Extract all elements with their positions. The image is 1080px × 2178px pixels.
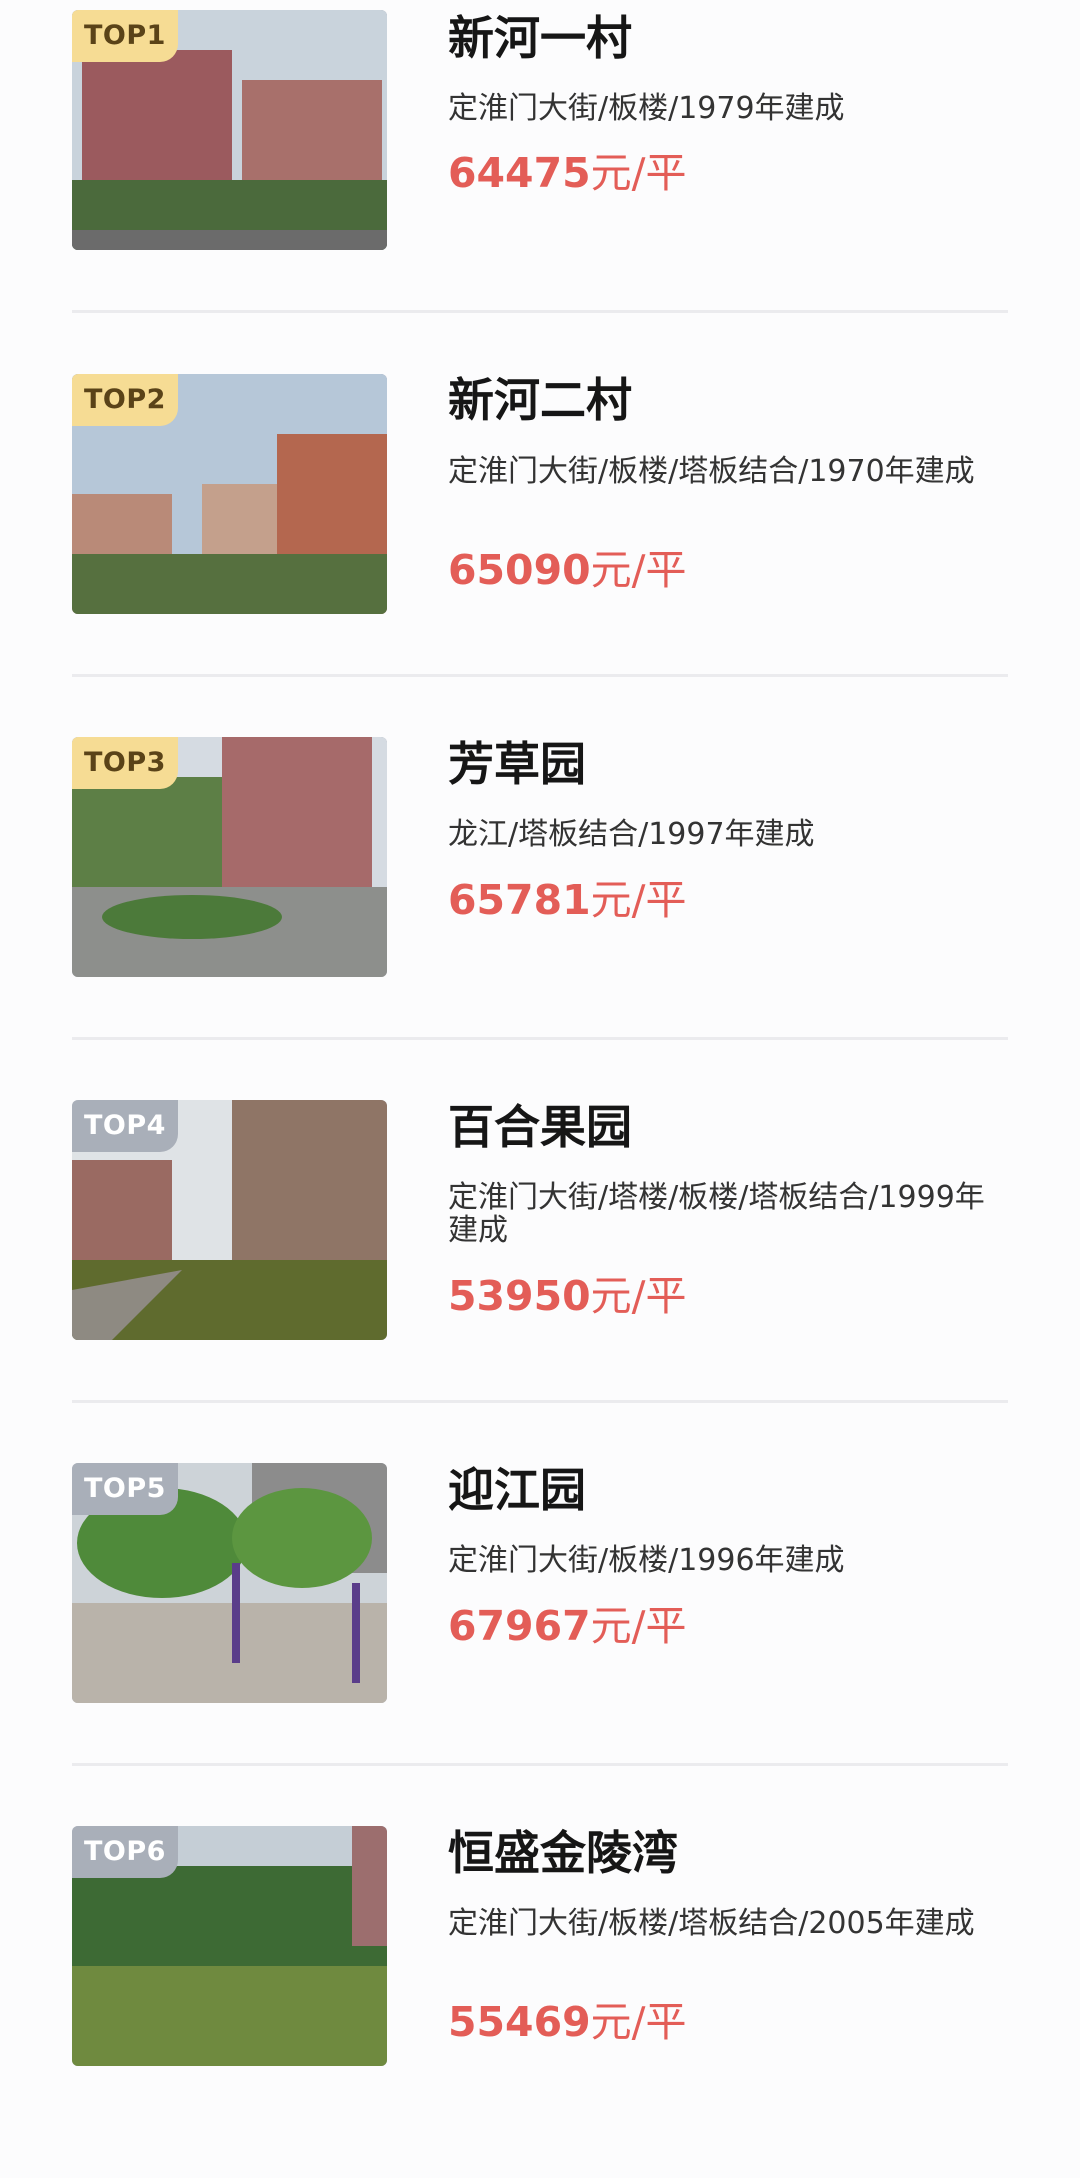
- community-photo[interactable]: TOP5: [72, 1463, 387, 1703]
- rank-badge: TOP1: [72, 10, 178, 62]
- price-value: 53950: [448, 1272, 591, 1320]
- list-item-top6[interactable]: TOP6 恒盛金陵湾 定淮门大街/板楼/塔板结合/2005年建成 55469元/…: [0, 1815, 1080, 2178]
- price-unit: 元/平: [590, 149, 687, 197]
- list-item-top4[interactable]: TOP4 百合果园 定淮门大街/塔楼/板楼/塔板结合/1999年建成 53950…: [0, 1089, 1080, 1452]
- community-photo[interactable]: TOP6: [72, 1826, 387, 2066]
- price-unit: 元/平: [590, 1272, 687, 1320]
- rank-badge: TOP2: [72, 374, 178, 426]
- price-unit: 元/平: [590, 546, 687, 594]
- unit-price: 65781元/平: [448, 875, 686, 925]
- list-item-top1[interactable]: TOP1 新河一村 定淮门大街/板楼/1979年建成 64475元/平: [0, 0, 1080, 363]
- price-value: 55469: [448, 1998, 591, 2046]
- rank-badge: TOP5: [72, 1463, 178, 1515]
- unit-price: 55469元/平: [448, 1997, 686, 2047]
- community-photo[interactable]: TOP3: [72, 737, 387, 977]
- price-value: 65781: [448, 876, 591, 924]
- community-photo[interactable]: TOP1: [72, 10, 387, 250]
- list-item-top5[interactable]: TOP5 迎江园 定淮门大街/板楼/1996年建成 67967元/平: [0, 1452, 1080, 1815]
- list-item-top3[interactable]: TOP3 芳草园 龙江/塔板结合/1997年建成 65781元/平: [0, 726, 1080, 1089]
- price-value: 67967: [448, 1602, 591, 1650]
- unit-price: 65090元/平: [448, 545, 686, 595]
- community-photo[interactable]: TOP4: [72, 1100, 387, 1340]
- price-unit: 元/平: [590, 1998, 687, 2046]
- rank-badge: TOP6: [72, 1826, 178, 1878]
- community-name[interactable]: 百合果园: [448, 1099, 632, 1155]
- community-details: 定淮门大街/板楼/1979年建成: [448, 91, 845, 126]
- community-details: 定淮门大街/塔楼/板楼/塔板结合/1999年建成: [448, 1180, 985, 1248]
- community-name[interactable]: 恒盛金陵湾: [448, 1825, 678, 1881]
- unit-price: 67967元/平: [448, 1601, 686, 1651]
- community-name[interactable]: 新河一村: [448, 10, 632, 66]
- unit-price: 64475元/平: [448, 148, 686, 198]
- rank-badge: TOP3: [72, 737, 178, 789]
- price-value: 64475: [448, 149, 591, 197]
- community-details: 定淮门大街/板楼/塔板结合/2005年建成: [448, 1906, 975, 1941]
- community-details: 定淮门大街/板楼/塔板结合/1970年建成: [448, 454, 975, 489]
- community-name[interactable]: 迎江园: [448, 1462, 586, 1518]
- rank-badge: TOP4: [72, 1100, 178, 1152]
- price-unit: 元/平: [590, 876, 687, 924]
- community-details: 龙江/塔板结合/1997年建成: [448, 817, 815, 852]
- list-item-top2[interactable]: TOP2 新河二村 定淮门大街/板楼/塔板结合/1970年建成 65090元/平: [0, 363, 1080, 726]
- community-name[interactable]: 新河二村: [448, 372, 632, 428]
- community-details: 定淮门大街/板楼/1996年建成: [448, 1543, 845, 1578]
- price-value: 65090: [448, 546, 591, 594]
- divider: [72, 1037, 1008, 1040]
- divider: [72, 1763, 1008, 1766]
- divider: [72, 310, 1008, 313]
- community-photo[interactable]: TOP2: [72, 374, 387, 614]
- community-name[interactable]: 芳草园: [448, 736, 586, 792]
- price-unit: 元/平: [590, 1602, 687, 1650]
- unit-price: 53950元/平: [448, 1271, 686, 1321]
- divider: [72, 1400, 1008, 1403]
- divider: [72, 674, 1008, 677]
